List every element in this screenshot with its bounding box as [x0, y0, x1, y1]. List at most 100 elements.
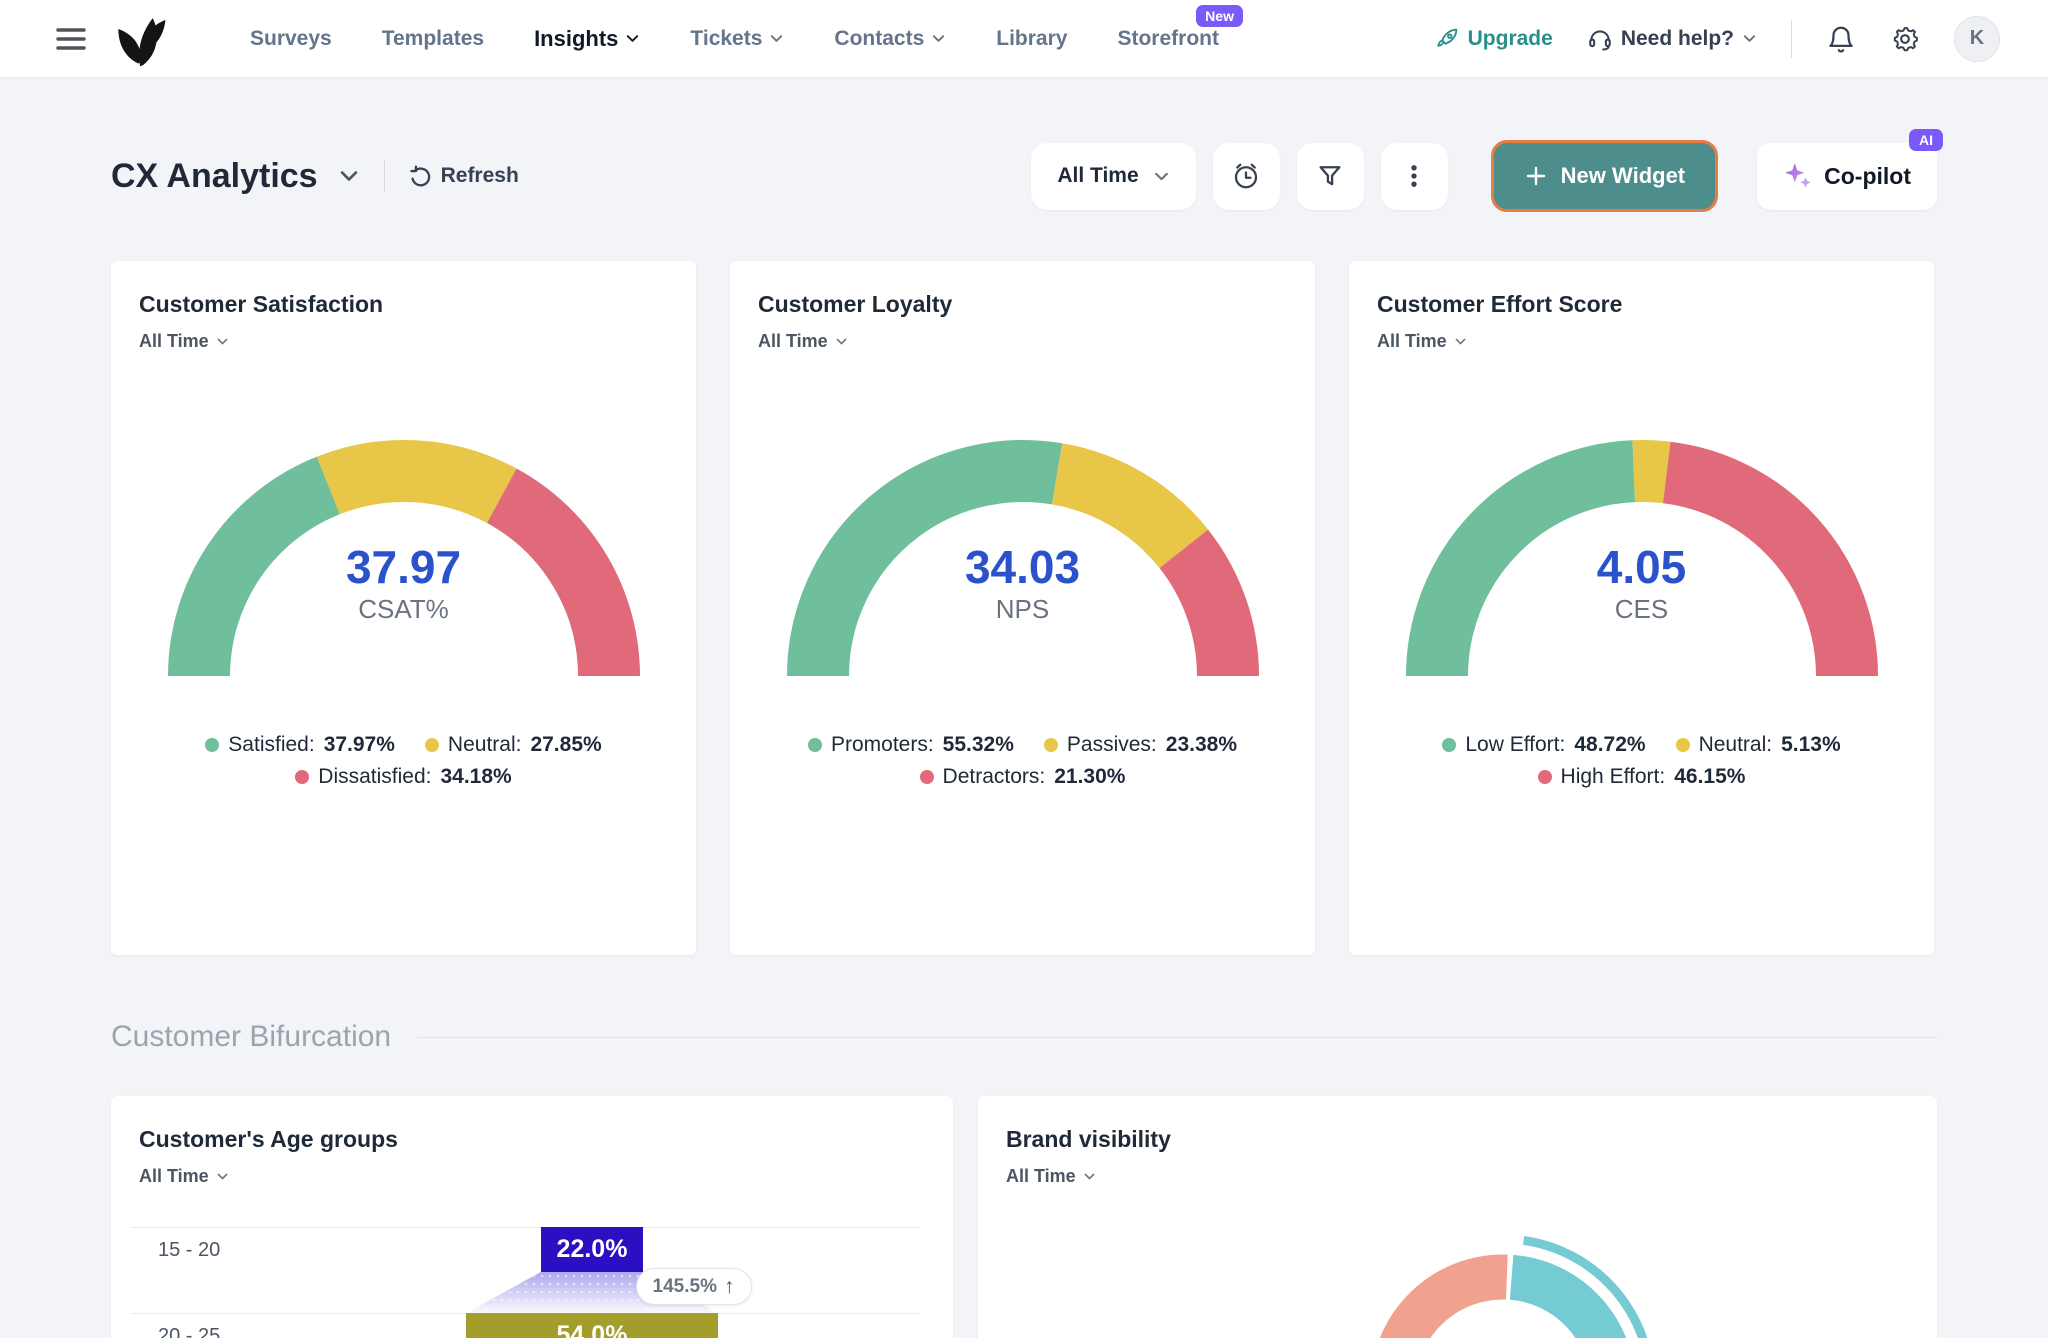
funnel-chart: 15 - 20 22.0% 20 - 25 54.0% 145.5%↑ [111, 1096, 953, 1338]
age-groups-card: Customer's Age groups All Time 15 - 2022… [111, 1096, 953, 1338]
brand-visibility-card: Brand visibility All Time [978, 1096, 1937, 1338]
top-navbar: Surveys Templates Insights Tickets Conta… [0, 0, 2048, 78]
time-filter-dropdown[interactable]: All Time [1031, 143, 1195, 210]
legend-item: Passives: 23.38% [1044, 733, 1237, 757]
customer-effort-score-card: Customer Effort Score All Time 4.05 CES … [1349, 261, 1934, 955]
legend-item: High Effort: 46.15% [1538, 765, 1746, 789]
gauge-legend: Low Effort: 48.72% Neutral: 5.13% High E… [1377, 733, 1906, 789]
section-title: Customer Bifurcation [111, 1020, 391, 1054]
nav-item-contacts[interactable]: Contacts [834, 27, 946, 51]
gauge-chart: 34.03 NPS [784, 436, 1262, 681]
chevron-down-icon [1083, 1170, 1096, 1183]
donut-chart [1343, 1227, 1663, 1338]
schedule-alarm-button[interactable] [1213, 143, 1280, 210]
new-widget-button[interactable]: New Widget [1491, 140, 1718, 212]
kpi-cards-row: Customer Satisfaction All Time 37.97 CSA… [111, 261, 1937, 955]
legend-dot [920, 770, 934, 784]
navbar-right: Upgrade Need help? K [1435, 16, 2000, 62]
gauge-unit: CSAT% [165, 594, 643, 625]
card-title: Brand visibility [1006, 1126, 1909, 1153]
refresh-button[interactable]: Refresh [409, 164, 519, 188]
funnel-bar: 54.0% [466, 1313, 717, 1338]
need-help-button[interactable]: Need help? [1587, 26, 1757, 52]
legend-dot [1676, 738, 1690, 752]
headset-icon [1587, 26, 1613, 52]
alarm-clock-icon [1231, 161, 1261, 191]
nav-item-insights[interactable]: Insights [534, 26, 640, 52]
legend-dot [1044, 738, 1058, 752]
gauge-legend: Promoters: 55.32% Passives: 23.38% Detra… [758, 733, 1287, 789]
card-time-filter[interactable]: All Time [758, 331, 848, 352]
card-title: Customer Effort Score [1377, 291, 1906, 318]
divider [417, 1037, 1937, 1038]
divider [384, 160, 385, 192]
legend-dot [808, 738, 822, 752]
chevron-down-icon [1454, 335, 1467, 348]
user-avatar[interactable]: K [1954, 16, 2000, 62]
card-title: Customer Satisfaction [139, 291, 668, 318]
refresh-icon [409, 165, 432, 188]
legend-dot [295, 770, 309, 784]
gauge-unit: CES [1403, 594, 1881, 625]
sparkle-icon [1783, 161, 1813, 191]
customer-loyalty-card: Customer Loyalty All Time 34.03 NPS Prom… [730, 261, 1315, 955]
chevron-down-icon [1153, 168, 1170, 185]
gauge-legend: Satisfied: 37.97% Neutral: 27.85% Dissat… [139, 733, 668, 789]
gauge-unit: NPS [784, 594, 1262, 625]
card-time-filter[interactable]: All Time [139, 331, 229, 352]
funnel-category-label: 15 - 20 [158, 1239, 220, 1262]
more-options-button[interactable] [1381, 143, 1448, 210]
header-toolbar: All Time New Widget [1031, 140, 1937, 212]
legend-item: Detractors: 21.30% [920, 765, 1126, 789]
chevron-down-icon [769, 31, 784, 46]
card-title: Customer Loyalty [758, 291, 1287, 318]
app-logo-leaf-icon[interactable] [112, 10, 170, 68]
hamburger-menu-icon[interactable] [56, 27, 86, 51]
customer-bifurcation-section: Customer Bifurcation [111, 1017, 1937, 1057]
legend-item: Neutral: 27.85% [425, 733, 602, 757]
ai-badge: AI [1909, 129, 1943, 151]
chevron-down-icon [625, 31, 640, 46]
dashboard-switcher-chevron-icon[interactable] [338, 165, 360, 187]
legend-item: Promoters: 55.32% [808, 733, 1014, 757]
nav-item-storefront[interactable]: Storefront New [1117, 27, 1219, 51]
divider [1791, 20, 1792, 58]
filter-funnel-icon [1316, 162, 1344, 190]
filter-button[interactable] [1297, 143, 1364, 210]
nav-item-tickets[interactable]: Tickets [690, 27, 784, 51]
customer-satisfaction-card: Customer Satisfaction All Time 37.97 CSA… [111, 261, 696, 955]
funnel-bar: 22.0% [541, 1227, 643, 1272]
legend-dot [205, 738, 219, 752]
kebab-menu-icon [1400, 162, 1428, 190]
primary-nav: Surveys Templates Insights Tickets Conta… [250, 26, 1219, 52]
nav-item-library[interactable]: Library [996, 27, 1067, 51]
legend-item: Low Effort: 48.72% [1442, 733, 1645, 757]
settings-gear-icon[interactable] [1890, 24, 1920, 54]
bottom-cards-row: Customer's Age groups All Time 15 - 2022… [111, 1096, 1937, 1338]
page-header: CX Analytics Refresh All Time [111, 140, 1937, 212]
rocket-icon [1435, 26, 1460, 51]
nav-item-surveys[interactable]: Surveys [250, 27, 332, 51]
copilot-button[interactable]: Co-pilot AI [1757, 143, 1937, 210]
legend-item: Satisfied: 37.97% [205, 733, 395, 757]
gridline [130, 1227, 921, 1228]
legend-item: Dissatisfied: 34.18% [295, 765, 511, 789]
card-time-filter[interactable]: All Time [1377, 331, 1467, 352]
nav-item-templates[interactable]: Templates [382, 27, 484, 51]
upgrade-button[interactable]: Upgrade [1435, 26, 1553, 51]
chevron-down-icon [931, 31, 946, 46]
gauge-value: 37.97 [165, 540, 643, 594]
legend-dot [1442, 738, 1456, 752]
legend-dot [1538, 770, 1552, 784]
funnel-category-label: 20 - 25 [158, 1325, 220, 1338]
gauge-chart: 37.97 CSAT% [165, 436, 643, 681]
up-arrow-icon: ↑ [724, 1275, 735, 1299]
conversion-badge: 145.5%↑ [636, 1268, 752, 1305]
legend-dot [425, 738, 439, 752]
card-time-filter[interactable]: All Time [1006, 1166, 1096, 1187]
page-title: CX Analytics [111, 157, 318, 196]
gauge-chart: 4.05 CES [1403, 436, 1881, 681]
new-badge: New [1196, 5, 1243, 27]
notifications-bell-icon[interactable] [1826, 24, 1856, 54]
chevron-down-icon [835, 335, 848, 348]
